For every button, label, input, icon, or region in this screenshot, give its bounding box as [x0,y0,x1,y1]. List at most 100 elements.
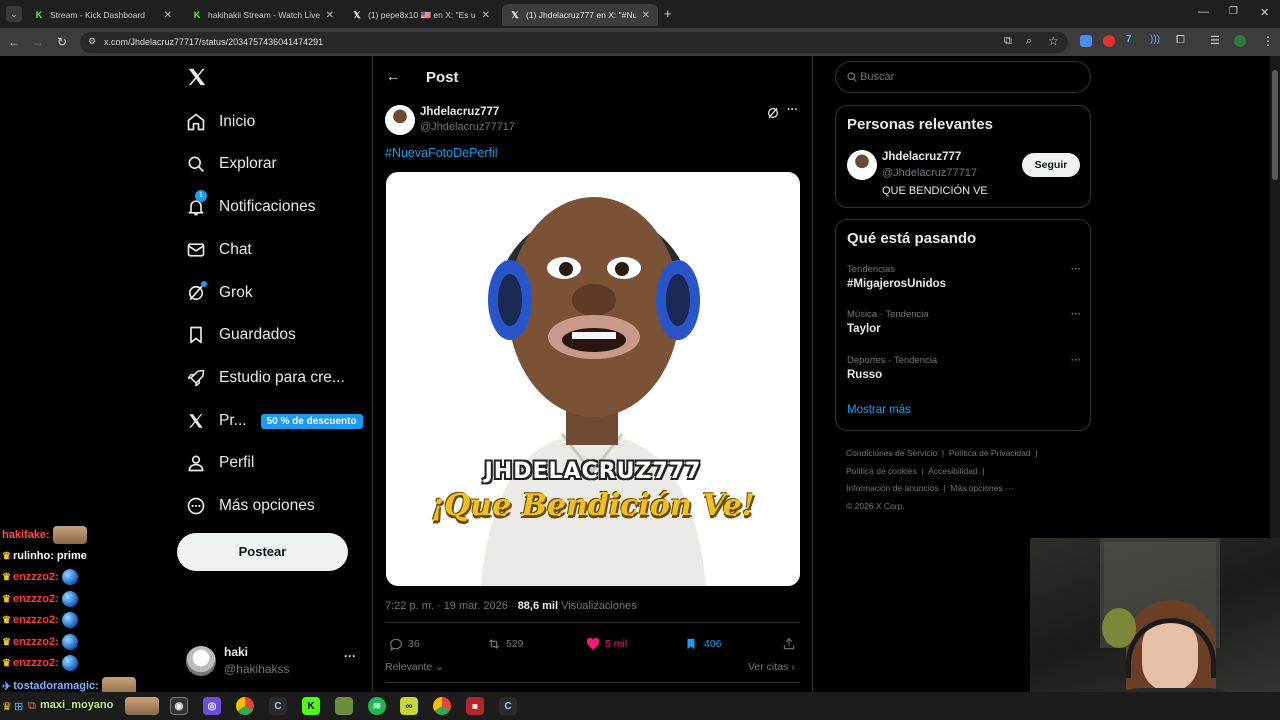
extension-icon[interactable] [1103,35,1115,47]
author-name[interactable]: Jhdelacruz777 [420,106,499,118]
back-arrow-icon[interactable]: ← [386,68,400,84]
footer-row: Condiciones de Servicio | Política de Pr… [846,445,1086,463]
trend-item[interactable]: Música · Tendencia Taylor ··· [847,309,1081,343]
follow-button[interactable]: Seguir [1022,153,1080,177]
close-icon[interactable]: ✕ [642,10,650,21]
browser-menu-icon[interactable]: ⋮ [1262,34,1274,48]
minimize-button[interactable]: — [1198,6,1209,18]
spotify-icon[interactable]: ≋ [368,697,386,715]
close-window-button[interactable]: ✕ [1260,6,1269,19]
person-handle[interactable]: @Jhdelacruz77717 [882,167,977,179]
tab-kick-stream[interactable]: K hakihakii Stream - Watch Live o ✕ [184,4,342,26]
tab-kick-dashboard[interactable]: K Stream - Kick Dashboard ✕ [26,4,180,26]
chrome-icon[interactable] [433,697,451,715]
show-more-link[interactable]: Mostrar más [847,404,911,416]
reload-icon[interactable]: ↻ [54,34,70,50]
footer-link-terms[interactable]: Condiciones de Servicio [846,448,937,458]
post-time[interactable]: 7:22 p. m. · 19 mar. 2026 · [385,600,515,612]
repost-button[interactable]: 529 [486,636,524,652]
forward-arrow-icon[interactable]: → [30,34,46,50]
tab-x-pepe[interactable]: 𝕏 (1) pepe8x10 🇺🇸 en X: "Es una l ✕ [344,4,498,26]
kick-icon[interactable]: K [302,697,320,715]
post-button[interactable]: Postear [177,533,348,571]
profile-avatar[interactable] [1234,35,1246,47]
footer-row: Política de cookies | Accesibilidad | [846,463,1086,481]
sidebar-item-estudio[interactable]: Estudio para cre... [185,360,345,396]
more-icon[interactable]: ··· [1071,355,1081,366]
minecraft-icon[interactable] [335,697,353,715]
app-icon[interactable]: ◎ [203,697,221,715]
person-name[interactable]: Jhdelacruz777 [882,151,961,163]
browser-tab-bar: ⌄ K Stream - Kick Dashboard ✕ K hakihaki… [0,0,1280,28]
site-info-icon[interactable]: ⚙ [88,36,96,47]
divider [385,622,800,623]
restore-button[interactable]: ❐ [1229,6,1238,17]
more-icon[interactable]: ··· [1071,309,1081,320]
tab-search-button[interactable]: ⌄ [6,6,22,22]
app-icon[interactable]: C [499,697,517,715]
sidebar-item-premium[interactable]: Pr... 50 % de descuento [185,403,363,439]
close-icon[interactable]: ✕ [326,10,334,21]
sidebar-item-notificaciones[interactable]: 1 Notificaciones [185,189,316,225]
trend-item[interactable]: Deportes · Tendencia Russo ··· [847,355,1081,389]
reply-button[interactable]: 36 [388,636,420,652]
avatar[interactable] [847,150,877,180]
star-icon[interactable]: ☆ [1048,34,1059,48]
tab-x-jhdelacruz[interactable]: 𝕏 (1) Jhdelacruz777 en X: "#Nuev ✕ [502,4,658,26]
sidebar-item-inicio[interactable]: Inicio [185,104,255,140]
grok-icon[interactable] [766,106,780,125]
close-icon[interactable]: ✕ [482,10,490,21]
footer-link-privacy[interactable]: Política de Privacidad [949,448,1031,458]
trend-name: #MigajerosUnidos [847,278,947,290]
footer-link-accessibility[interactable]: Accesibilidad [928,466,978,476]
close-icon[interactable]: ✕ [164,10,172,21]
account-switcher[interactable]: haki @hakihakss ··· [184,643,364,683]
avatar[interactable] [385,105,415,135]
kick-icon: K [193,10,201,20]
address-bar[interactable]: ⚙ x.com/Jhdelacruz77717/status/203475743… [80,32,1068,53]
new-tab-button[interactable]: + [664,6,672,21]
reading-list-icon[interactable]: ☰ [1210,34,1220,47]
sidebar-item-grok[interactable]: Grok [185,275,253,311]
footer-link-more[interactable]: Más opciones ··· [950,483,1013,493]
sidebar-item-perfil[interactable]: Perfil [185,445,254,481]
view-quotes-link[interactable]: Ver citas › [748,661,795,673]
sidebar-item-mas-opciones[interactable]: Más opciones [185,488,315,524]
author-handle[interactable]: @Jhdelacruz77717 [420,121,515,133]
more-icon[interactable]: ··· [344,649,356,663]
post-image[interactable]: JHDELACRUZ777 ¡Que Bendición Ve! [386,172,800,586]
home-icon [185,111,207,133]
search-input[interactable]: Buscar [835,61,1091,93]
footer-link-ads[interactable]: Información de anuncios [846,483,939,493]
app-icon[interactable]: ▣ [466,697,484,715]
app-icon[interactable]: C [269,697,287,715]
browser-toolbar: ← → ↻ ⚙ x.com/Jhdelacruz77717/status/203… [0,28,1280,56]
sidebar-item-guardados[interactable]: Guardados [185,317,296,353]
chat-message: hakifake: [2,526,87,544]
sidebar-item-chat[interactable]: Chat [185,232,252,268]
trends-card: Qué está pasando Tendencias #MigajerosUn… [835,219,1091,431]
footer-link-cookies[interactable]: Política de cookies [846,466,917,476]
bookmark-button[interactable]: 406 [684,636,722,652]
extension-icon[interactable]: 7 [1126,34,1132,45]
chat-username: rulinho: [12,550,54,562]
puzzle-icon[interactable]: ⧠ [1176,34,1185,47]
extension-icon[interactable] [1080,35,1092,47]
share-icon[interactable] [782,636,796,657]
trend-item[interactable]: Tendencias #MigajerosUnidos ··· [847,264,1081,298]
cast-icon[interactable]: ⧉ [1004,35,1012,48]
back-arrow-icon[interactable]: ← [6,34,22,50]
extension-icon[interactable]: ))) [1150,34,1160,45]
chrome-icon[interactable] [236,697,254,715]
app-icon[interactable]: ∞ [400,697,418,715]
sort-dropdown[interactable]: Relevante ⌄ [385,661,444,673]
like-button[interactable]: 5 mil [585,636,627,652]
obs-icon[interactable]: ◉ [170,697,188,715]
x-logo-icon[interactable] [186,66,208,90]
more-icon[interactable]: ··· [787,104,798,116]
post-hashtag[interactable]: #NuevaFotoDePerfil [385,146,498,160]
sidebar-item-explorar[interactable]: Explorar [185,146,277,182]
more-icon[interactable]: ··· [1071,264,1081,275]
scrollbar-thumb[interactable] [1272,70,1278,180]
zoom-icon[interactable]: ⌕ [1026,35,1032,48]
